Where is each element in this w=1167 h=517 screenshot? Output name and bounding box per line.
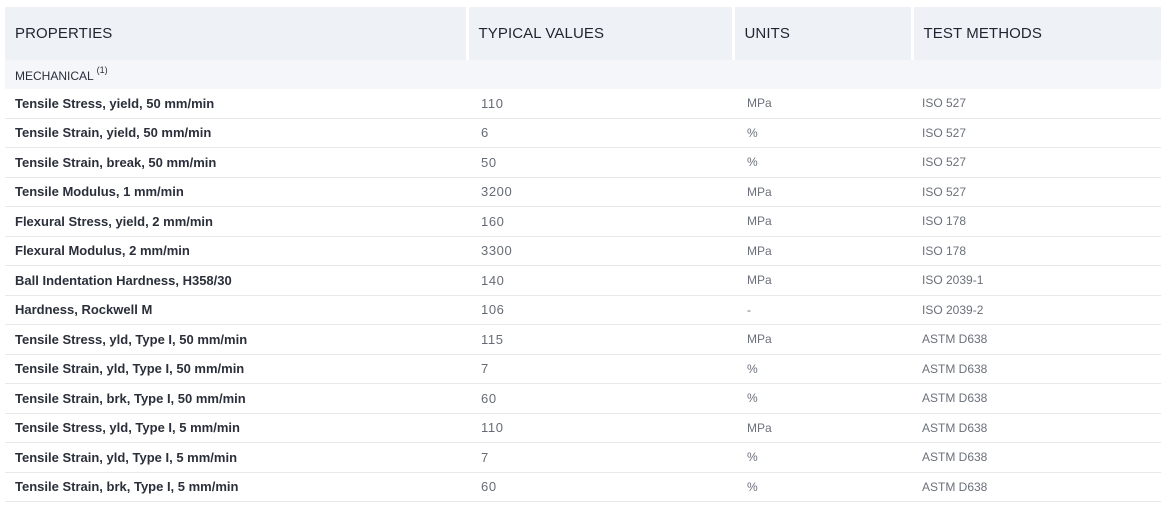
value-cell: 50	[467, 147, 733, 178]
method-cell: ISO 2039-2	[912, 295, 1161, 325]
method-cell: ISO 527	[912, 118, 1161, 148]
table-row: Tensile Modulus, 1 mm/min 3200 MPa ISO 527	[5, 177, 1161, 207]
unit-cell: %	[733, 118, 912, 148]
property-cell: Tensile Stress, yield, 50 mm/min	[5, 89, 467, 119]
unit-cell: MPa	[733, 236, 912, 266]
table-row: Flexural Stress, yield, 2 mm/min 160 MPa IS…	[5, 206, 1161, 237]
property-cell: Tensile Strain, yld, Type I, 50 mm/min	[5, 354, 467, 384]
property-cell: Tensile Stress, yld, Type I, 5 mm/min	[5, 413, 467, 443]
table-header: PROPERTIES TYPICAL VALUES UNITS TEST MET…	[5, 7, 1161, 60]
property-cell: Ball Indentation Hardness, H358/30	[5, 265, 467, 296]
column-header-units: UNITS	[733, 7, 914, 60]
properties-table-container: PROPERTIES TYPICAL VALUES UNITS TEST MET…	[0, 0, 1161, 502]
column-header-test-methods: TEST METHODS	[912, 7, 1161, 60]
section-title: MECHANICAL	[15, 68, 94, 83]
column-header-typical-values: TYPICAL VALUES	[467, 7, 735, 60]
table-row: Hardness, Rockwell M 106- ISO 2039-2	[5, 295, 1161, 325]
column-header-properties: PROPERTIES	[5, 7, 469, 60]
unit-cell: %	[733, 472, 912, 502]
method-cell: ASTM D638	[912, 472, 1161, 502]
method-cell: ASTM D638	[912, 383, 1161, 414]
table-row: Flexural Modulus, 2 mm/min 3300 MPa ISO 178	[5, 236, 1161, 266]
property-cell: Tensile Strain, yld, Type I, 5 mm/min	[5, 442, 467, 473]
section-row-mechanical: MECHANICAL (1)	[5, 60, 1161, 89]
property-cell: Tensile Strain, brk, Type I, 5 mm/min	[5, 472, 467, 502]
section-footnote: (1)	[96, 64, 108, 75]
unit-cell: MPa	[733, 89, 912, 119]
value-cell: 115	[467, 324, 733, 355]
value-cell: 7	[467, 354, 733, 384]
value-cell: 110	[467, 413, 733, 443]
property-cell: Tensile Stress, yld, Type I, 50 mm/min	[5, 324, 467, 355]
method-cell: ASTM D638	[912, 354, 1161, 384]
unit-cell: MPa	[733, 413, 912, 443]
table-row: Tensile Strain, break, 50 mm/min 50% ISO 5…	[5, 147, 1161, 178]
table-row: Tensile Stress, yld, Type I, 5 mm/min 110…	[5, 413, 1161, 443]
method-cell: ISO 178	[912, 206, 1161, 237]
value-cell: 160	[467, 206, 733, 237]
value-cell: 60	[467, 472, 733, 502]
table-row: Ball Indentation Hardness, H358/30 140 MPa…	[5, 265, 1161, 296]
section-label: MECHANICAL (1)	[5, 60, 1161, 89]
unit-cell: %	[733, 442, 912, 473]
unit-cell: MPa	[733, 324, 912, 355]
unit-cell: %	[733, 147, 912, 178]
value-cell: 3200	[467, 177, 733, 207]
unit-cell: MPa	[733, 206, 912, 237]
value-cell: 110	[467, 89, 733, 119]
method-cell: ASTM D638	[912, 442, 1161, 473]
method-cell: ISO 178	[912, 236, 1161, 266]
header-row: PROPERTIES TYPICAL VALUES UNITS TEST MET…	[5, 7, 1161, 60]
property-cell: Tensile Strain, break, 50 mm/min	[5, 147, 467, 178]
value-cell: 6	[467, 118, 733, 148]
table-body: MECHANICAL (1) Tensile Stress, yield, 50…	[5, 60, 1161, 502]
table-row: Tensile Stress, yield, 50 mm/min 110 MPa IS…	[5, 89, 1161, 119]
table-row: Tensile Strain, yld, Type I, 50 mm/min 7%…	[5, 354, 1161, 384]
unit-cell: %	[733, 383, 912, 414]
property-cell: Tensile Strain, brk, Type I, 50 mm/min	[5, 383, 467, 414]
method-cell: ISO 2039-1	[912, 265, 1161, 296]
unit-cell: -	[733, 295, 912, 325]
property-cell: Tensile Strain, yield, 50 mm/min	[5, 118, 467, 148]
table-row: Tensile Strain, yield, 50 mm/min 6% ISO 52…	[5, 118, 1161, 148]
value-cell: 106	[467, 295, 733, 325]
property-cell: Hardness, Rockwell M	[5, 295, 467, 325]
unit-cell: %	[733, 354, 912, 384]
unit-cell: MPa	[733, 265, 912, 296]
value-cell: 60	[467, 383, 733, 414]
method-cell: ASTM D638	[912, 413, 1161, 443]
property-cell: Flexural Modulus, 2 mm/min	[5, 236, 467, 266]
table-row: Tensile Stress, yld, Type I, 50 mm/min 11…	[5, 324, 1161, 355]
value-cell: 140	[467, 265, 733, 296]
properties-table: PROPERTIES TYPICAL VALUES UNITS TEST MET…	[5, 7, 1161, 502]
value-cell: 7	[467, 442, 733, 473]
method-cell: ASTM D638	[912, 324, 1161, 355]
property-cell: Tensile Modulus, 1 mm/min	[5, 177, 467, 207]
method-cell: ISO 527	[912, 147, 1161, 178]
value-cell: 3300	[467, 236, 733, 266]
table-row: Tensile Strain, yld, Type I, 5 mm/min 7% A…	[5, 442, 1161, 473]
method-cell: ISO 527	[912, 89, 1161, 119]
table-row: Tensile Strain, brk, Type I, 5 mm/min 60%…	[5, 472, 1161, 502]
table-row: Tensile Strain, brk, Type I, 50 mm/min 60…	[5, 383, 1161, 414]
method-cell: ISO 527	[912, 177, 1161, 207]
unit-cell: MPa	[733, 177, 912, 207]
property-cell: Flexural Stress, yield, 2 mm/min	[5, 206, 467, 237]
